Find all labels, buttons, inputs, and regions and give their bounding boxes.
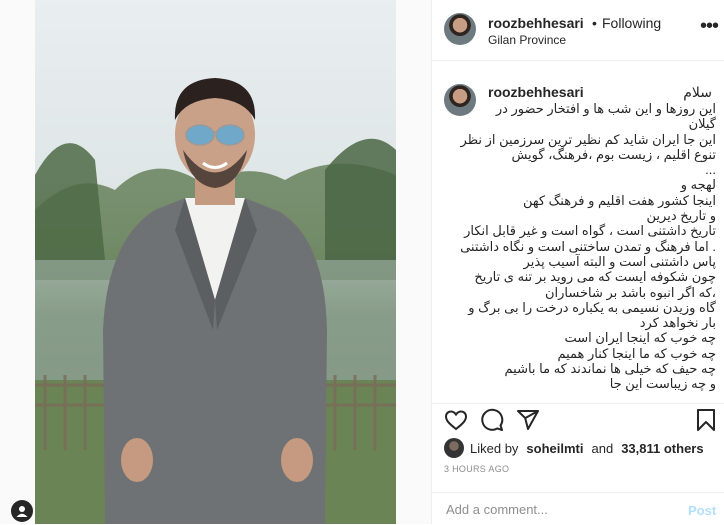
header-separator: • bbox=[592, 15, 597, 31]
header-username[interactable]: roozbehhesari bbox=[488, 15, 584, 31]
caption-line: تاریخ داشتنی است ، گواه است و غیر قابل ا… bbox=[464, 223, 716, 239]
comment-icon[interactable] bbox=[480, 408, 504, 432]
likes-summary: Liked by soheilmti and 33,811 others bbox=[444, 437, 704, 459]
liker-avatar[interactable] bbox=[444, 438, 464, 458]
caption-line: چه خوب که اینجا ایران است bbox=[564, 330, 716, 346]
post-button[interactable]: Post bbox=[688, 503, 716, 518]
caption-line: ،که اگر انبوه باشد بر شاخساران bbox=[544, 284, 716, 300]
post-header: roozbehhesari • Following Gilan Province… bbox=[432, 0, 724, 61]
caption-line: ... bbox=[705, 162, 716, 178]
caption-text: این روزها و این شب ها و افتخار حضور در گ… bbox=[460, 101, 717, 392]
share-icon[interactable] bbox=[516, 408, 540, 432]
caption-line: . اما فرهنگ و تمدن ساختنی است و نگاه داش… bbox=[460, 238, 716, 254]
post-actions-bar bbox=[432, 403, 724, 434]
likes-connector: and bbox=[591, 440, 614, 456]
tagged-user-icon[interactable] bbox=[11, 500, 33, 522]
liked-by-user[interactable]: soheilmti bbox=[526, 441, 583, 456]
bookmark-icon[interactable] bbox=[694, 408, 718, 432]
caption-line: این روزها و این شب ها و افتخار حضور در bbox=[495, 101, 716, 116]
more-horizontal-icon[interactable]: ••• bbox=[700, 16, 719, 36]
caption-line: چه حیف که خیلی ها نماندند که ما باشیم bbox=[504, 361, 717, 377]
post-photo[interactable] bbox=[35, 0, 396, 524]
caption-line: پاس داشتنی است و البته آسیب پذیر bbox=[523, 253, 716, 269]
heart-icon[interactable] bbox=[444, 408, 468, 432]
comment-input[interactable] bbox=[444, 501, 668, 518]
caption-line: و تاریخ دیرین bbox=[646, 208, 716, 224]
caption-line: بار نخواهد کرد bbox=[639, 315, 716, 331]
photo-illustration bbox=[35, 78, 396, 524]
post-image-area bbox=[0, 0, 431, 524]
avatar[interactable] bbox=[444, 13, 476, 45]
caption-line: گیلان bbox=[688, 116, 716, 132]
add-comment-bar: Post bbox=[432, 492, 724, 525]
caption-line: این جا ایران شاید کم نظیر ترین سرزمین از… bbox=[460, 131, 716, 147]
post-timestamp[interactable]: 3 HOURS AGO bbox=[444, 464, 509, 474]
caption-line: لهجه و bbox=[680, 177, 716, 193]
location-link[interactable]: Gilan Province bbox=[488, 33, 566, 47]
caption-line: گاه وزیدن نسیمی به یکباره درخت را بی برگ… bbox=[468, 299, 716, 315]
caption-line: چه خوب که ما اینجا کنار همیم bbox=[557, 345, 716, 361]
caption-comment: roozbehhesari سلام این روزها و این شب ها… bbox=[432, 61, 724, 403]
post-side-panel: roozbehhesari • Following Gilan Province… bbox=[431, 0, 724, 524]
caption-line: و چه زیباست این جا bbox=[609, 376, 716, 392]
following-button[interactable]: Following bbox=[602, 15, 661, 31]
caption-line: چون شکوفه ایست که می روید بر تنه ی تاریخ bbox=[474, 269, 716, 285]
likes-prefix: Liked by bbox=[470, 440, 519, 456]
avatar[interactable] bbox=[444, 84, 476, 116]
caption-line: تنوع اقلیم ، زیست بوم ،فرهنگ، گویش bbox=[511, 146, 716, 162]
caption-username[interactable]: roozbehhesari bbox=[488, 84, 584, 100]
caption-line: اینجا کشور هفت اقلیم و فرهنگ کهن bbox=[522, 192, 716, 208]
caption-first-line: سلام bbox=[683, 84, 712, 100]
likes-count[interactable]: 33,811 others bbox=[621, 441, 703, 456]
